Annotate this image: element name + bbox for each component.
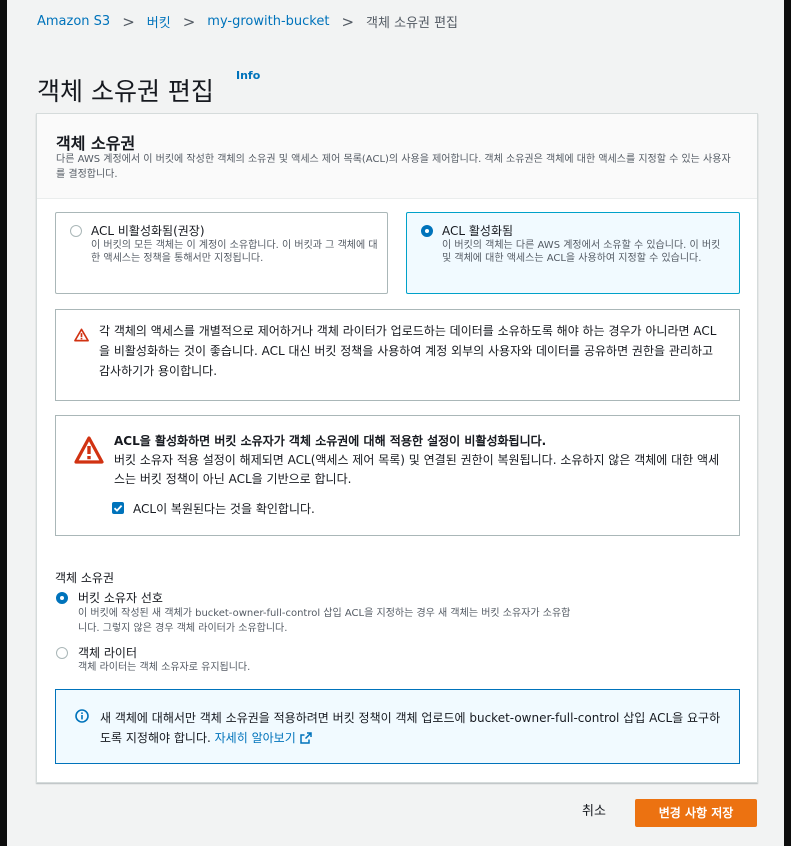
warning-icon [74, 328, 89, 342]
object-writer-radio[interactable] [56, 647, 68, 659]
checkmark-icon [113, 504, 123, 512]
breadcrumb-buckets[interactable]: 버킷 [147, 12, 171, 31]
info-text: 새 객체에 대해서만 객체 소유권을 적용하려면 버킷 정책이 객체 업로드에 … [100, 708, 725, 748]
acl-restore-checkbox-label[interactable]: ACL이 복원된다는 것을 확인합니다. [133, 500, 315, 517]
acl-enabled-radio[interactable] [421, 225, 433, 237]
tile-description: 이 버킷의 모든 객체는 이 계정이 소유합니다. 이 버킷과 그 객체에 대한… [91, 240, 378, 264]
object-ownership-panel: 객체 소유권 다른 AWS 계정에서 이 버킷에 작성한 객체의 소유권 및 액… [36, 113, 758, 783]
panel-header: 객체 소유권 다른 AWS 계정에서 이 버킷에 작성한 객체의 소유권 및 액… [37, 114, 757, 199]
save-changes-button[interactable]: 변경 사항 저장 [635, 799, 757, 827]
panel-title: 객체 소유권 [56, 134, 136, 153]
chevron-right-icon: > [182, 12, 196, 31]
chevron-right-icon: > [341, 12, 355, 31]
acl-restore-checkbox[interactable] [112, 502, 124, 514]
breadcrumb: Amazon S3 > 버킷 > my-growith-bucket > 객체 … [37, 12, 459, 32]
tile-label: ACL 비활성화됨(권장) [91, 224, 205, 238]
cancel-button[interactable]: 취소 [566, 800, 622, 824]
warning-text: 각 객체의 액세스를 개별적으로 제어하거나 객체 라이터가 업로드하는 데이터… [99, 324, 717, 378]
bucket-owner-preferred-radio[interactable] [56, 592, 68, 604]
info-circle-icon [75, 709, 89, 723]
page-title: 객체 소유권 편집 [37, 76, 214, 106]
learn-more-link[interactable]: 자세히 알아보기 [215, 731, 312, 745]
breadcrumb-current: 객체 소유권 편집 [366, 16, 459, 31]
chevron-right-icon: > [122, 12, 135, 31]
info-link[interactable]: Info [236, 69, 260, 82]
warning-body: 버킷 소유자 적용 설정이 해제되면 ACL(액세스 제어 목록) 및 연결된 … [114, 453, 720, 486]
tile-acl-disabled[interactable]: ACL 비활성화됨(권장) 이 버킷의 모든 객체는 이 계정이 소유합니다. … [55, 212, 388, 294]
info-alert: 새 객체에 대해서만 객체 소유권을 적용하려면 버킷 정책이 객체 업로드에 … [55, 689, 740, 764]
external-link-icon [300, 732, 312, 744]
info-message: 새 객체에 대해서만 객체 소유권을 적용하려면 버킷 정책이 객체 업로드에 … [100, 711, 721, 745]
breadcrumb-amazon-s3[interactable]: Amazon S3 [37, 14, 110, 29]
acl-enable-warning: ACL을 활성화하면 버킷 소유자가 객체 소유권에 대해 적용한 설정이 비활… [55, 415, 740, 536]
bucket-owner-preferred-description: 이 버킷에 작성된 새 객체가 bucket-owner-full-contro… [78, 608, 571, 634]
object-ownership-label: 객체 소유권 [55, 571, 115, 585]
bucket-owner-preferred-label[interactable]: 버킷 소유자 선호 [78, 589, 163, 606]
tile-label: ACL 활성화됨 [442, 224, 514, 238]
breadcrumb-bucket-name[interactable]: my-growith-bucket [207, 14, 329, 29]
acl-disabled-radio[interactable] [70, 225, 82, 237]
tile-description: 이 버킷의 객체는 다른 AWS 계정에서 소유할 수 있습니다. 이 버킷 및… [442, 240, 721, 264]
panel-description: 다른 AWS 계정에서 이 버킷에 작성한 객체의 소유권 및 액세스 제어 목… [56, 154, 731, 180]
acl-recommendation-warning: 각 객체의 액세스를 개별적으로 제어하거나 객체 라이터가 업로드하는 데이터… [55, 309, 740, 401]
object-writer-description: 객체 라이터는 객체 소유자로 유지됩니다. [78, 662, 251, 673]
tile-acl-enabled[interactable]: ACL 활성화됨 이 버킷의 객체는 다른 AWS 계정에서 소유할 수 있습니… [406, 212, 740, 294]
warning-title: ACL을 활성화하면 버킷 소유자가 객체 소유권에 대해 적용한 설정이 비활… [114, 434, 547, 448]
object-writer-label[interactable]: 객체 라이터 [78, 644, 137, 661]
warning-icon [74, 436, 104, 464]
window-frame-right [784, 0, 791, 846]
window-frame-left [0, 0, 7, 846]
learn-more-label[interactable]: 자세히 알아보기 [215, 731, 296, 745]
